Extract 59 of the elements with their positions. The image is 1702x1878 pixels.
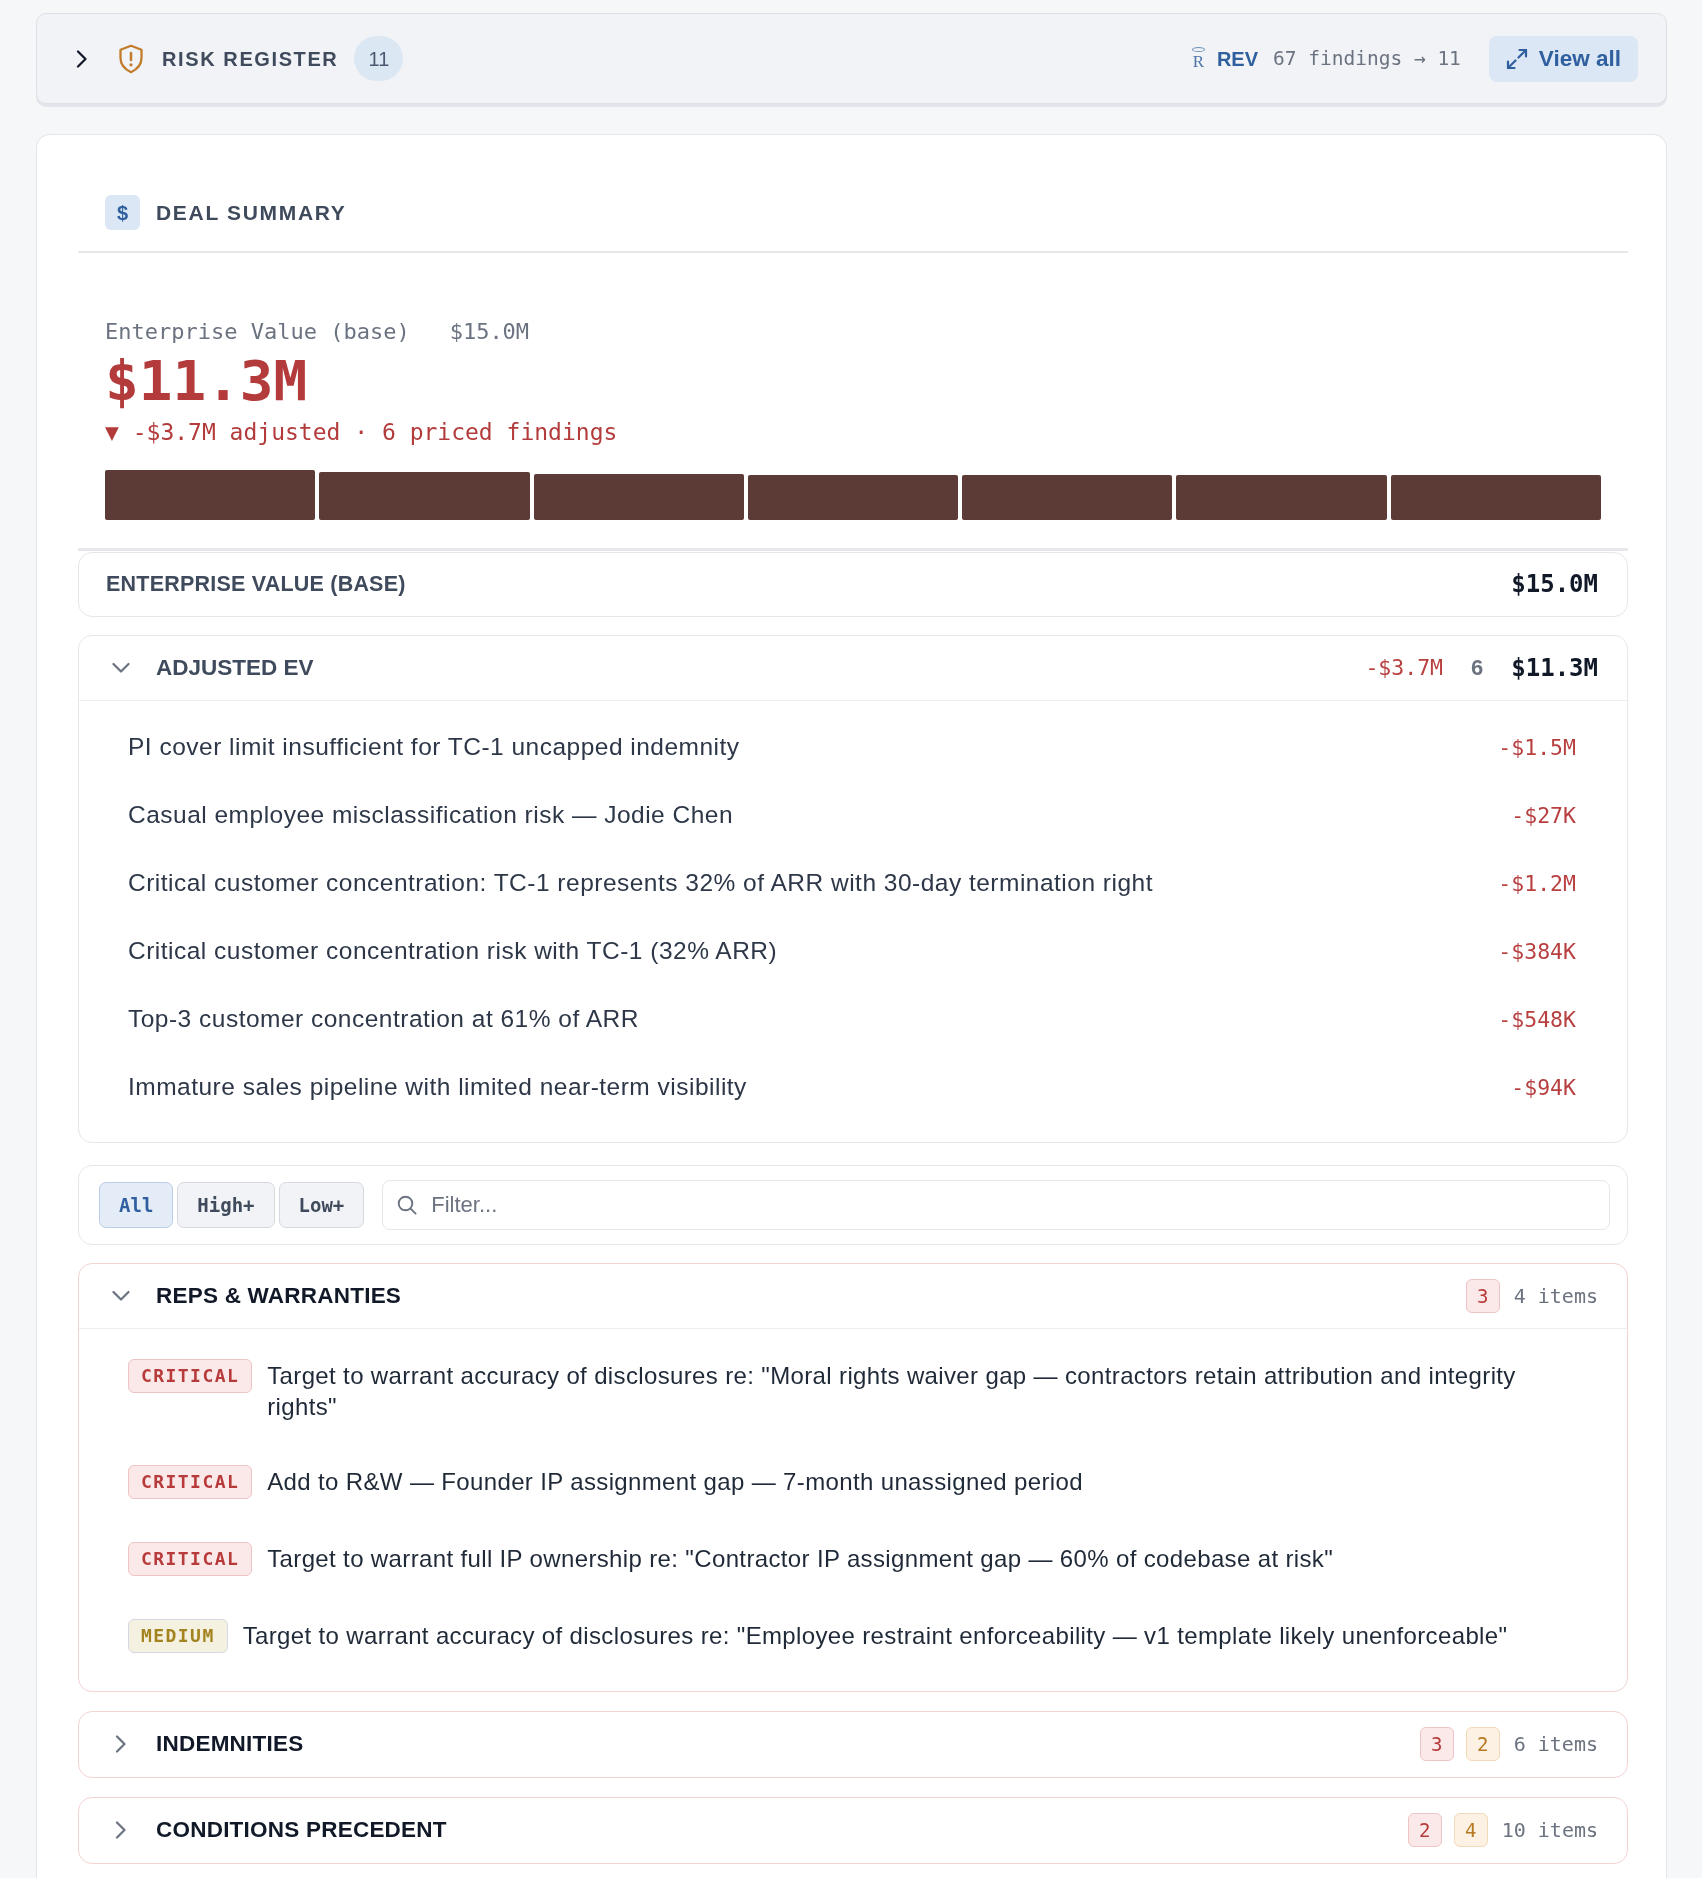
- category-title: CONDITIONS PRECEDENT: [156, 1816, 447, 1845]
- item-count: 10 items: [1501, 1817, 1598, 1845]
- row-label: ADJUSTED EV: [156, 654, 314, 682]
- severity-count: 3: [1419, 1727, 1454, 1762]
- findings-summary: 67 findings → 11: [1273, 45, 1461, 72]
- section-title: RISK REGISTER: [162, 46, 339, 72]
- adjustment-summary: ▼ -$3.7M adjusted · 6 priced findings: [105, 418, 618, 448]
- adjusted-value: $11.3M: [105, 351, 308, 411]
- card-title: DEAL SUMMARY: [156, 199, 347, 226]
- category-title: REPS & WARRANTIES: [156, 1282, 402, 1310]
- finding-amount: -$94K: [1511, 1073, 1576, 1102]
- finding-amount: -$27K: [1511, 801, 1576, 830]
- severity-badge: CRITICAL: [128, 1541, 253, 1576]
- base-value: $15.0M: [449, 318, 530, 346]
- finding-text: Top-3 customer concentration at 61% of ARR: [128, 1004, 639, 1035]
- row-value: $11.3M: [1511, 652, 1598, 684]
- finding-amount: -$548K: [1498, 1005, 1576, 1034]
- category-header[interactable]: REPS & WARRANTIES 3 4 items: [79, 1263, 1627, 1329]
- view-all-button[interactable]: View all: [1488, 35, 1638, 82]
- recommendation-text: Target to warrant full IP ownership re: "Contractor IP assignment gap — 60% of codebase at risk": [267, 1543, 1334, 1574]
- severity-badge: CRITICAL: [128, 1358, 253, 1393]
- count-badge: 11: [354, 36, 404, 81]
- finding-amount: -$1.2M: [1498, 869, 1576, 898]
- finding-amount: -$1.5M: [1498, 733, 1576, 762]
- base-value-label: Enterprise Value (base): [105, 318, 410, 346]
- finding-text: Immature sales pipeline with limited near-term visibility: [128, 1072, 747, 1103]
- item-count: 6 items: [1513, 1731, 1598, 1759]
- expand-icon: [1505, 47, 1528, 70]
- finding-text: PI cover limit insufficient for TC-1 uncapped indemnity: [128, 732, 740, 763]
- category-header[interactable]: INDEMNITIES 3 2 6 items: [79, 1711, 1627, 1777]
- source-label: REV: [1216, 46, 1258, 72]
- severity-count: 2: [1465, 1727, 1500, 1762]
- adjusted-ev-header[interactable]: ADJUSTED EV -$3.7M 6 $11.3M: [79, 635, 1627, 701]
- shield-alert-icon: [118, 43, 144, 74]
- category-title: INDEMNITIES: [156, 1730, 304, 1759]
- recommendation-text: Target to warrant accuracy of disclosures re: "Employee restraint enforceability — v1 template likely unenforceable": [242, 1620, 1508, 1651]
- severity-badge: MEDIUM: [128, 1618, 228, 1653]
- item-count: 4 items: [1513, 1282, 1598, 1310]
- severity-count: 2: [1407, 1813, 1442, 1848]
- row-label: ENTERPRISE VALUE (BASE): [106, 571, 406, 599]
- recommendation-text: Target to warrant accuracy of disclosures re: "Moral rights waiver gap — contractors retain attribution and integrity rights": [267, 1360, 1517, 1422]
- finding-text: Critical customer concentration: TC-1 represents 32% of ARR with 30-day termination right: [128, 868, 1153, 899]
- category-header[interactable]: CONDITIONS PRECEDENT 2 4 10 items: [79, 1797, 1627, 1863]
- recommendation-text: Add to R&W — Founder IP assignment gap — 7-month unassigned period: [267, 1466, 1083, 1497]
- finding-amount: -$384K: [1498, 937, 1576, 966]
- severity-count: 3: [1465, 1278, 1500, 1313]
- filter-toggle[interactable]: All: [99, 1181, 174, 1228]
- dollar-icon: $: [105, 195, 140, 230]
- search-icon: [397, 1194, 418, 1215]
- finding-text: Critical customer concentration risk with TC-1 (32% ARR): [128, 936, 778, 967]
- row-value: $15.0M: [1511, 569, 1598, 601]
- filter-toggle[interactable]: Low+: [278, 1181, 365, 1228]
- severity-badge: CRITICAL: [128, 1464, 253, 1499]
- filter-toggle[interactable]: High+: [177, 1181, 275, 1228]
- adjustment-total: -$3.7M: [1365, 653, 1444, 682]
- severity-count: 4: [1453, 1813, 1488, 1848]
- finding-text: Casual employee misclassification risk — Jodie Chen: [128, 800, 734, 831]
- filter-field[interactable]: Filter...: [382, 1179, 1610, 1230]
- findings-count: 6: [1471, 654, 1484, 683]
